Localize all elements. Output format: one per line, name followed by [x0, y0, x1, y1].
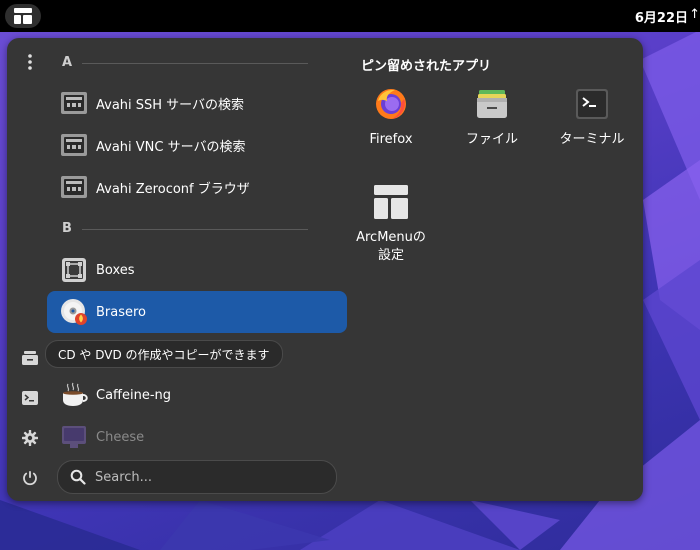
section-divider — [82, 63, 308, 64]
app-tooltip: CD や DVD の作成やコピーができます — [45, 340, 283, 368]
top-bar: 6月22日 ↑ — [0, 0, 700, 32]
terminal-icon — [22, 391, 38, 405]
arcmenu-button[interactable] — [5, 4, 41, 28]
search-placeholder: Search... — [95, 469, 153, 485]
section-divider — [82, 229, 308, 230]
arcmenu-icon — [14, 8, 32, 24]
app-item-boxes[interactable]: Boxes — [47, 249, 347, 291]
pinned-firefox[interactable]: Firefox — [345, 86, 437, 149]
sidebar-settings-button[interactable] — [15, 423, 45, 453]
app-item-avahi-ssh[interactable]: Avahi SSH サーバの検索 — [47, 82, 347, 124]
gear-icon — [22, 430, 38, 446]
status-area-edge[interactable]: ↑ — [689, 7, 700, 22]
arcmenu-settings-icon — [373, 184, 409, 220]
pinned-label: ファイル — [465, 132, 518, 147]
app-item-avahi-vnc[interactable]: Avahi VNC サーバの検索 — [47, 124, 347, 166]
app-label: Boxes — [96, 262, 135, 278]
more-options-icon — [28, 54, 32, 70]
pinned-label: Firefox — [369, 132, 413, 147]
pinned-files[interactable]: ファイル — [446, 86, 538, 149]
firefox-icon — [373, 86, 409, 122]
boxes-icon — [60, 256, 88, 284]
app-label: Cheese — [96, 429, 145, 445]
arcmenu-panel: A Avahi SSH サーバの検索 Avahi VNC サーバの検索 Avah… — [7, 38, 643, 501]
terminal-icon — [574, 86, 610, 122]
app-label: Avahi Zeroconf ブラウザ — [96, 181, 250, 197]
power-icon — [23, 471, 37, 486]
app-item-avahi-zeroconf[interactable]: Avahi Zeroconf ブラウザ — [47, 166, 347, 208]
sidebar-terminal-button[interactable] — [15, 383, 45, 413]
app-item-cheese[interactable]: Cheese — [47, 416, 347, 458]
power-button[interactable] — [15, 463, 45, 493]
app-label: Brasero — [96, 304, 147, 320]
pinned-label-line1: ArcMenuの — [356, 230, 426, 245]
files-icon — [474, 86, 510, 122]
coffee-cup-icon — [60, 381, 88, 409]
files-icon — [22, 351, 38, 365]
pinned-label: ターミナル — [559, 132, 625, 147]
section-header-a: A — [62, 55, 73, 70]
pinned-label-line2: 設定 — [377, 248, 404, 263]
search-icon — [70, 469, 86, 485]
app-label: Avahi VNC サーバの検索 — [96, 139, 246, 155]
pinned-arcmenu-settings[interactable]: ArcMenuの 設定 — [345, 184, 437, 265]
pinned-terminal[interactable]: ターミナル — [546, 86, 638, 149]
app-item-caffeine-ng[interactable]: Caffeine-ng — [47, 374, 347, 416]
app-item-brasero[interactable]: Brasero — [47, 291, 347, 333]
network-server-icon — [60, 173, 88, 201]
disc-burner-icon — [60, 298, 88, 326]
section-header-b: B — [62, 221, 72, 236]
webcam-icon — [60, 423, 88, 451]
pinned-label: ArcMenuの 設定 — [356, 229, 426, 265]
clock[interactable]: 6月22日 — [635, 7, 688, 26]
app-label: Avahi SSH サーバの検索 — [96, 97, 245, 113]
network-server-icon — [60, 131, 88, 159]
network-server-icon — [60, 89, 88, 117]
search-input[interactable]: Search... — [57, 460, 337, 494]
pinned-apps-title: ピン留めされたアプリ — [361, 59, 492, 74]
more-options-button[interactable] — [15, 47, 45, 77]
app-label: Caffeine-ng — [96, 387, 172, 403]
sidebar-files-button[interactable] — [15, 343, 45, 373]
